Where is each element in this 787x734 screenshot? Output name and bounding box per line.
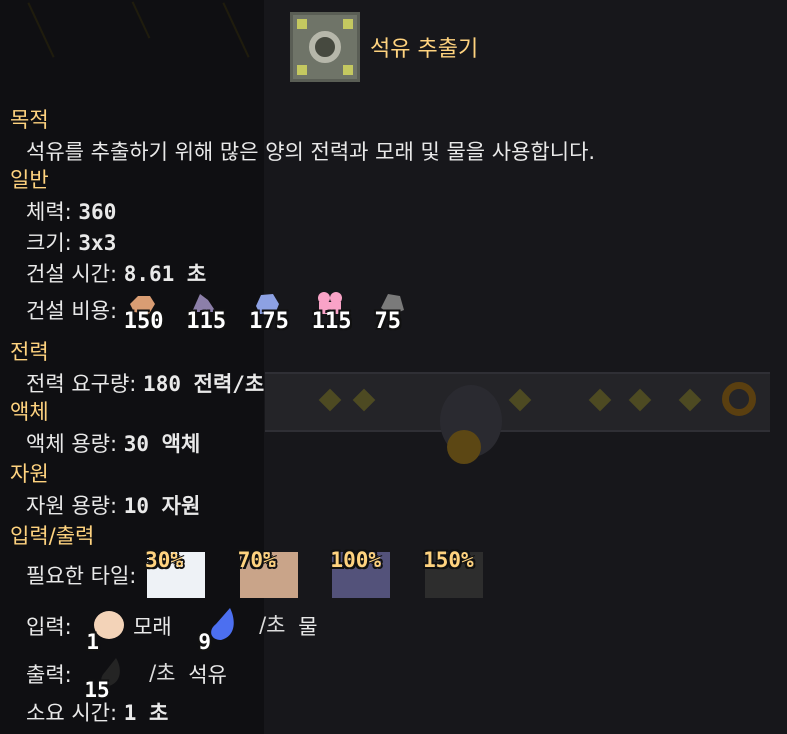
size-stat: 크기: 3x3 <box>26 227 116 257</box>
tile-boost-percent: 30% <box>145 548 183 572</box>
output-stat: 출력: 15 /초 석유 <box>26 654 227 702</box>
power-usage-value: 180 전력/초 <box>143 372 265 396</box>
cost-titanium: 175 <box>249 290 303 334</box>
shale-tile: 100% <box>330 548 391 598</box>
tile-boost-percent: 70% <box>237 548 276 572</box>
cost-amount: 75 <box>374 309 401 334</box>
health-label: 체력: <box>26 200 72 224</box>
liquid-capacity-label: 액체 용량: <box>26 432 118 456</box>
size-value: 3x3 <box>78 231 117 255</box>
tile-boost-percent: 150% <box>423 548 474 572</box>
item-capacity-label: 자원 용량: <box>26 494 118 518</box>
cost-amount: 115 <box>186 309 227 334</box>
oil-label: 석유 <box>188 663 227 687</box>
craft-time-label: 소요 시간: <box>26 701 118 725</box>
required-tiles-stat: 필요한 타일: 30% 70% 100% 150% <box>26 548 511 598</box>
section-items-heading: 자원 <box>10 462 49 486</box>
water-label: 물 <box>298 615 318 639</box>
oil-output: 15 <box>84 654 130 702</box>
input-label: 입력: <box>26 615 72 639</box>
cost-lead: 115 <box>186 290 240 334</box>
input-stat: 입력: 1 모래 9 /초 물 <box>26 606 318 654</box>
section-power-heading: 전력 <box>10 340 49 364</box>
health-stat: 체력: 360 <box>26 196 116 226</box>
liquid-capacity-stat: 액체 용량: 30 액체 <box>26 428 200 458</box>
section-purpose-heading: 목적 <box>10 108 49 132</box>
liquid-capacity-value: 30 액체 <box>123 432 201 456</box>
sand-tile: 70% <box>238 548 298 598</box>
liquid-junction <box>722 382 756 416</box>
cost-copper: 150 <box>124 290 178 334</box>
cost-thorium: 115 <box>312 290 366 334</box>
cost-silicon: 75 <box>374 290 428 334</box>
sand-amount: 1 <box>86 630 100 654</box>
cost-amount: 115 <box>311 309 352 334</box>
oil-extractor-icon <box>290 12 360 82</box>
item-capacity-stat: 자원 용량: 10 자원 <box>26 490 200 520</box>
craft-time-value: 1 초 <box>123 701 169 725</box>
oil-rate-unit: /초 <box>149 661 176 685</box>
dark-sand-tile: 150% <box>423 548 484 598</box>
power-usage-label: 전력 요구량: <box>26 372 137 396</box>
output-label: 출력: <box>26 663 72 687</box>
item-capacity-value: 10 자원 <box>123 494 201 518</box>
cost-amount: 150 <box>123 309 164 334</box>
health-value: 360 <box>78 200 117 224</box>
block-title-row: 석유 추출기 <box>290 12 478 82</box>
craft-time-stat: 소요 시간: 1 초 <box>26 697 168 727</box>
water-amount: 9 <box>198 630 212 654</box>
sand-input: 1 <box>86 606 126 654</box>
water-rate-unit: /초 <box>259 613 286 637</box>
sand-label: 모래 <box>133 615 172 639</box>
power-usage-stat: 전력 요구량: 180 전력/초 <box>26 368 264 398</box>
salt-tile: 30% <box>145 548 206 598</box>
build-cost-label: 건설 비용: <box>26 299 118 323</box>
section-general-heading: 일반 <box>10 168 49 192</box>
required-tiles-label: 필요한 타일: <box>26 564 137 588</box>
cost-amount: 175 <box>249 309 289 334</box>
section-liquid-heading: 액체 <box>10 400 49 424</box>
build-cost-stat: 건설 비용: 150 115 175 115 75 <box>26 290 430 334</box>
size-label: 크기: <box>26 231 72 255</box>
build-time-value: 8.61 초 <box>123 262 207 286</box>
purpose-description: 석유를 추출하기 위해 많은 양의 전력과 모래 및 물을 사용합니다. <box>26 140 596 164</box>
build-time-stat: 건설 시간: 8.61 초 <box>26 258 206 288</box>
block-title: 석유 추출기 <box>370 37 479 62</box>
water-input: 9 <box>198 606 238 654</box>
build-time-label: 건설 시간: <box>26 262 118 286</box>
section-io-heading: 입력/출력 <box>10 524 95 548</box>
tile-boost-percent: 100% <box>330 548 381 572</box>
